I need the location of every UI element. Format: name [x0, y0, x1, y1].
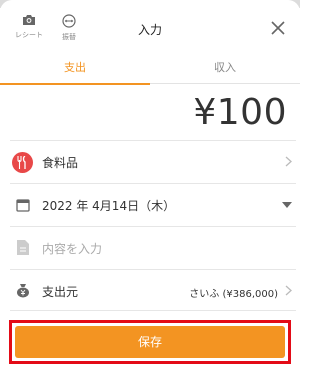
save-highlight: 保存 [9, 320, 291, 364]
memo-placeholder: 内容を入力 [42, 242, 103, 256]
source-value: さいふ (¥386,000) [189, 289, 278, 300]
caret-down-icon [282, 202, 292, 208]
chevron-right-icon [285, 156, 292, 167]
memo-row[interactable]: 内容を入力 [10, 226, 296, 268]
page-title: 入力 [137, 23, 162, 37]
chevron-right-icon [285, 285, 292, 296]
tab-expense[interactable]: 支出 [0, 52, 150, 85]
source-label: 支出元 [42, 285, 79, 299]
header: レシート 振替 入力 [0, 0, 300, 52]
type-tabs: 支出 収入 [0, 52, 300, 85]
input-sheet: レシート 振替 入力 支出 収入 ¥100 食料品 2022 年 4月14日（木… [0, 0, 300, 365]
source-row[interactable]: 支出元 さいふ (¥386,000) [10, 269, 296, 311]
wallet-icon [17, 284, 29, 298]
document-icon [17, 240, 29, 255]
amount-display[interactable]: ¥100 [193, 92, 287, 133]
date-row[interactable]: 2022 年 4月14日（木） [10, 183, 296, 225]
close-icon[interactable] [270, 20, 286, 36]
tab-income[interactable]: 収入 [150, 52, 300, 84]
save-button[interactable]: 保存 [15, 326, 285, 358]
date-label: 2022 年 4月14日（木） [42, 199, 176, 213]
fork-knife-icon [12, 152, 33, 173]
calendar-icon [16, 199, 30, 212]
category-row[interactable]: 食料品 [10, 140, 296, 182]
category-label: 食料品 [42, 156, 79, 170]
